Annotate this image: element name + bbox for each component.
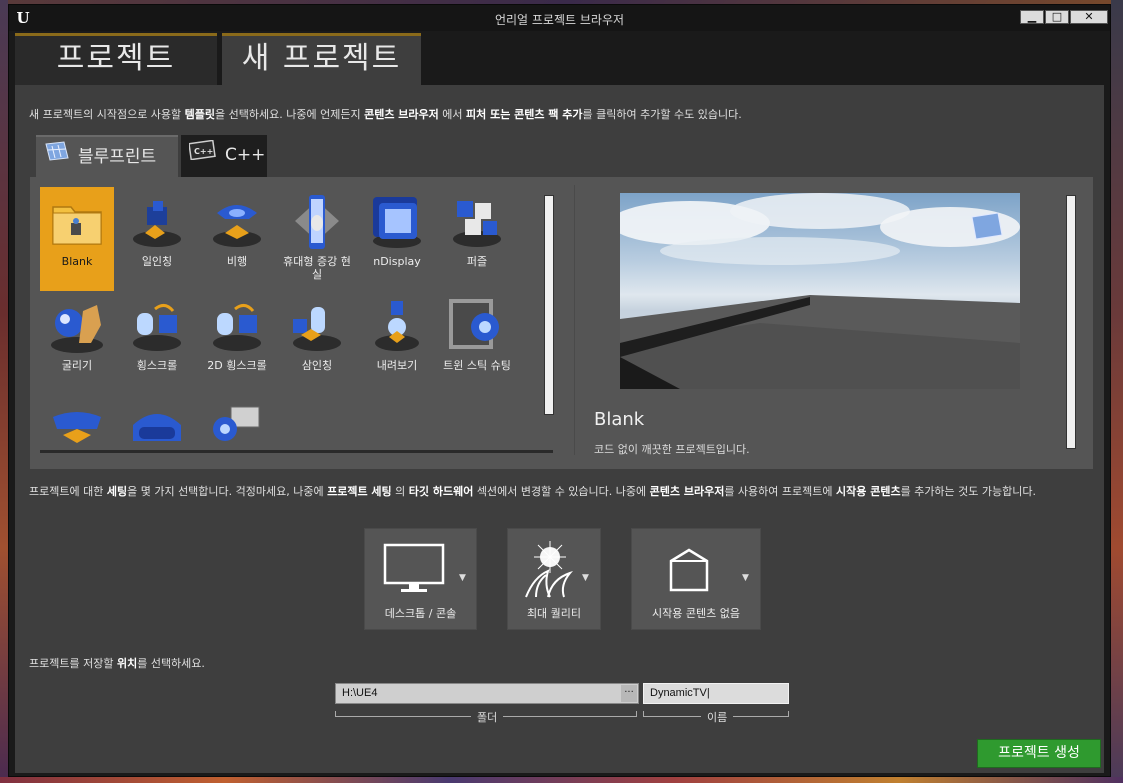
preview-scrollbar[interactable] <box>1066 195 1076 449</box>
window-title: 언리얼 프로젝트 브라우저 <box>494 13 625 27</box>
new-project-panel: 새 프로젝트의 시작점으로 사용할 템플릿을 선택하세요. 나중에 언제든지 콘… <box>15 85 1104 773</box>
template-virtual-production[interactable] <box>200 395 274 450</box>
preview-title: Blank <box>594 409 645 430</box>
project-browser-window: U 언리얼 프로젝트 브라우저 ▁ □ ✕ 프로젝트 새 프로젝트 새 프로젝트… <box>8 4 1111 777</box>
chevron-down-icon: ▼ <box>459 573 466 583</box>
template-label: 삼인칭 <box>301 359 333 372</box>
twin-stick-icon <box>447 297 507 355</box>
top-down-icon <box>367 297 427 355</box>
first-person-icon <box>127 193 187 251</box>
ndisplay-icon <box>367 193 427 251</box>
minimize-button[interactable]: ▁ <box>1020 10 1044 24</box>
template-label: 굴리기 <box>61 359 93 372</box>
vr-icon <box>127 401 187 450</box>
puzzle-icon <box>447 193 507 251</box>
graphics-quality-dropdown[interactable]: ▼ 최대 퀄리티 <box>507 528 601 630</box>
desktop-background-right <box>1111 0 1123 783</box>
template-2d-side-scroller[interactable]: 2D 횡스크롤 <box>200 291 274 395</box>
template-vehicle[interactable] <box>40 395 114 450</box>
template-label: 퍼즐 <box>466 255 488 268</box>
template-first-person[interactable]: 일인칭 <box>120 187 194 291</box>
template-preview-image <box>620 193 1020 389</box>
template-handheld-ar[interactable]: 휴대형 증강 현실 <box>280 187 354 291</box>
tab-cpp[interactable]: C++ C++ <box>181 135 267 177</box>
rolling-icon <box>47 297 107 355</box>
template-label: 2D 횡스크롤 <box>207 359 267 372</box>
target-hardware-dropdown[interactable]: ▼ 데스크톱 / 콘솔 <box>364 528 477 630</box>
svg-text:C++: C++ <box>194 147 213 156</box>
name-caption: 이름 <box>701 709 734 725</box>
2d-side-scroller-icon <box>207 297 267 355</box>
template-label: 트윈 스틱 슈팅 <box>443 359 511 372</box>
template-vr[interactable] <box>120 395 194 450</box>
template-instructions: 새 프로젝트의 시작점으로 사용할 템플릿을 선택하세요. 나중에 언제든지 콘… <box>29 108 742 121</box>
target-hardware-label: 데스크톱 / 콘솔 <box>384 607 457 620</box>
handheld-ar-icon <box>287 193 347 251</box>
close-button[interactable]: ✕ <box>1070 10 1108 24</box>
vehicle-icon <box>47 401 107 450</box>
side-scroller-icon <box>127 297 187 355</box>
template-panel: Blank 일인칭 비행 휴대형 증강 현실 nDisplay 퍼즐 굴리기 횡… <box>30 177 1093 469</box>
title-bar[interactable]: U 언리얼 프로젝트 브라우저 ▁ □ ✕ <box>9 5 1110 31</box>
template-flying[interactable]: 비행 <box>200 187 274 291</box>
template-label: 휴대형 증강 현실 <box>283 255 351 281</box>
tab-cpp-label: C++ <box>225 145 266 165</box>
template-label: 횡스크롤 <box>136 359 178 372</box>
flying-icon <box>207 193 267 251</box>
template-label: 비행 <box>226 255 248 268</box>
empty-box-icon <box>669 548 709 592</box>
template-puzzle[interactable]: 퍼즐 <box>440 187 514 291</box>
starter-content-label: 시작용 콘텐츠 없음 <box>652 607 740 620</box>
virtual-production-icon <box>207 401 267 450</box>
graphics-quality-label: 최대 퀄리티 <box>526 607 582 620</box>
maximize-button[interactable]: □ <box>1045 10 1069 24</box>
desktop-background-bottom <box>0 777 1123 783</box>
starter-content-dropdown[interactable]: ▼ 시작용 콘텐츠 없음 <box>631 528 761 630</box>
settings-instructions: 프로젝트에 대한 세팅을 몇 가지 선택합니다. 걱정마세요, 나중에 프로젝트… <box>29 485 1037 498</box>
chevron-down-icon: ▼ <box>742 573 749 583</box>
template-blank[interactable]: Blank <box>40 187 114 291</box>
desktop-background-left <box>0 0 8 783</box>
template-label: nDisplay <box>373 255 421 268</box>
location-instructions: 프로젝트를 저장할 위치를 선택하세요. <box>29 657 205 670</box>
blueprint-icon <box>44 137 70 177</box>
third-person-icon <box>287 297 347 355</box>
template-grid: Blank 일인칭 비행 휴대형 증강 현실 nDisplay 퍼즐 굴리기 횡… <box>40 187 553 453</box>
template-ndisplay[interactable]: nDisplay <box>360 187 434 291</box>
folder-caption: 폴더 <box>471 709 504 725</box>
create-project-button[interactable]: 프로젝트 생성 <box>977 739 1101 768</box>
template-rolling[interactable]: 굴리기 <box>40 291 114 395</box>
tab-blueprint[interactable]: 블루프린트 <box>36 135 178 177</box>
template-label: Blank <box>61 255 93 268</box>
text-cursor: | <box>706 687 710 699</box>
browse-folder-button[interactable]: ··· <box>621 685 637 702</box>
tab-projects[interactable]: 프로젝트 <box>15 33 217 85</box>
template-label: 일인칭 <box>141 255 173 268</box>
project-name-input[interactable]: DynamicTV| <box>643 683 789 704</box>
template-twin-stick[interactable]: 트윈 스틱 슈팅 <box>440 291 514 395</box>
template-label: 내려보기 <box>376 359 418 372</box>
cpp-icon: C++ <box>188 135 217 175</box>
folder-icon <box>47 193 107 251</box>
panel-divider <box>574 185 575 455</box>
monitor-icon <box>383 543 445 592</box>
template-scrollbar[interactable] <box>544 195 554 415</box>
quality-icon <box>525 541 574 598</box>
tab-new-project[interactable]: 새 프로젝트 <box>222 33 421 85</box>
template-third-person[interactable]: 삼인칭 <box>280 291 354 395</box>
project-folder-input[interactable]: H:\UE4 <box>335 683 639 704</box>
preview-description: 코드 없이 깨끗한 프로젝트입니다. <box>594 443 750 456</box>
template-top-down[interactable]: 내려보기 <box>360 291 434 395</box>
template-side-scroller[interactable]: 횡스크롤 <box>120 291 194 395</box>
project-name-value: DynamicTV <box>650 687 707 699</box>
chevron-down-icon: ▼ <box>582 573 589 583</box>
tab-blueprint-label: 블루프린트 <box>78 147 157 167</box>
